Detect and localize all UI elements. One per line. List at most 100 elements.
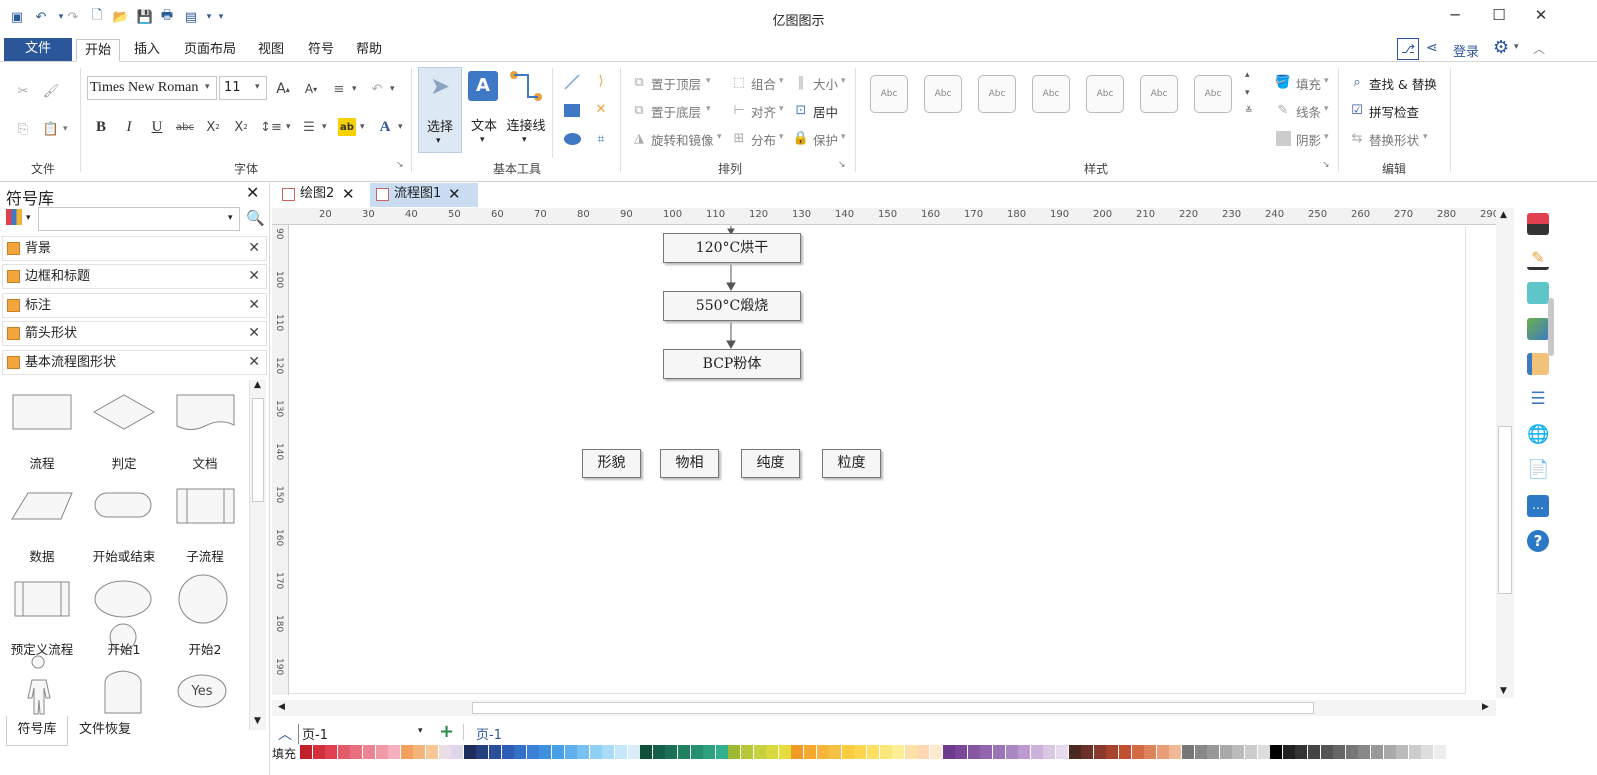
scroll-up-icon[interactable]: ▲ xyxy=(1500,210,1507,220)
color-swatch[interactable] xyxy=(1282,745,1295,759)
color-swatch[interactable] xyxy=(1358,745,1371,759)
library-category-callouts[interactable]: 标注 ✕ xyxy=(2,293,267,318)
color-swatch[interactable] xyxy=(728,745,741,759)
color-swatch[interactable] xyxy=(942,745,955,759)
shape-subprocess[interactable] xyxy=(176,488,235,524)
decrease-font-icon[interactable]: A ▾ xyxy=(302,80,320,98)
color-swatch[interactable] xyxy=(1144,745,1157,759)
color-swatch[interactable] xyxy=(1169,745,1182,759)
font-dialog-launcher-icon[interactable]: ↘ xyxy=(396,160,404,170)
tab-flowchart1[interactable]: 流程图1 ✕ xyxy=(370,183,478,207)
color-swatch[interactable] xyxy=(1295,745,1308,759)
size-dropdown-icon[interactable]: ▾ xyxy=(841,76,846,86)
color-swatch[interactable] xyxy=(388,745,401,759)
color-swatch[interactable] xyxy=(930,745,942,759)
rotate-mirror-label[interactable]: 旋转和镜像 xyxy=(651,130,714,149)
library-category-background[interactable]: 背景 ✕ xyxy=(2,236,267,261)
save-icon[interactable]: 💾 xyxy=(136,8,154,26)
color-swatch[interactable] xyxy=(1345,745,1358,759)
library-category-borders-titles[interactable]: 边框和标题 ✕ xyxy=(2,264,267,289)
superscript-icon[interactable]: X2 xyxy=(232,118,250,136)
style-scroll-down-icon[interactable]: ▾ xyxy=(1245,88,1250,98)
remove-category-icon[interactable]: ✕ xyxy=(248,322,260,345)
property-box-morphology[interactable]: 形貌 xyxy=(582,449,641,478)
library-menu-dropdown-icon[interactable]: ▾ xyxy=(26,213,31,223)
color-swatch[interactable] xyxy=(1030,745,1043,759)
bullets-dropdown-icon[interactable]: ▾ xyxy=(322,122,327,132)
style-dialog-launcher-icon[interactable]: ↘ xyxy=(1322,160,1330,170)
font-name-dropdown-icon[interactable]: ▾ xyxy=(205,82,210,92)
group-icon[interactable]: ⬚ xyxy=(730,73,748,91)
color-swatch[interactable] xyxy=(816,745,829,759)
redo-icon[interactable]: ↷ xyxy=(64,8,82,26)
scroll-thumb[interactable] xyxy=(1498,426,1512,594)
shadow-panel-icon[interactable] xyxy=(1527,282,1549,304)
process-box-drying[interactable]: 120°C烘干 xyxy=(663,233,801,263)
paste-icon[interactable]: 📋 xyxy=(42,120,60,138)
color-swatch[interactable] xyxy=(1005,745,1018,759)
shape-start-end[interactable] xyxy=(94,492,152,518)
sidebar-scrollbar[interactable] xyxy=(1548,298,1554,356)
text-rotate-dropdown-icon[interactable]: ▾ xyxy=(390,84,395,94)
size-label[interactable]: 大小 xyxy=(813,74,838,93)
remove-category-icon[interactable]: ✕ xyxy=(248,265,260,288)
page-tab[interactable]: 页-1 xyxy=(476,724,502,743)
style-scroll-up-icon[interactable]: ▴ xyxy=(1245,70,1250,80)
color-swatch[interactable] xyxy=(715,745,728,759)
remove-category-icon[interactable]: ✕ xyxy=(248,294,260,317)
symbol-search-input[interactable] xyxy=(38,207,240,231)
color-swatch[interactable] xyxy=(1207,745,1220,759)
login-link[interactable]: 登录 xyxy=(1453,41,1479,60)
color-swatch[interactable] xyxy=(413,745,426,759)
color-swatch[interactable] xyxy=(363,745,375,759)
line-dropdown-icon[interactable]: ▾ xyxy=(1324,104,1329,114)
align-text-dropdown-icon[interactable]: ▾ xyxy=(352,84,357,94)
rotate-mirror-dropdown-icon[interactable]: ▾ xyxy=(717,132,722,142)
color-swatch[interactable] xyxy=(766,745,779,759)
distribute-label[interactable]: 分布 xyxy=(751,130,776,149)
group-label[interactable]: 组合 xyxy=(751,74,776,93)
style-preset-3[interactable]: Abc xyxy=(978,75,1016,113)
color-swatch[interactable] xyxy=(1182,745,1194,759)
color-swatch[interactable] xyxy=(1320,745,1333,759)
underline-icon[interactable]: U xyxy=(148,118,166,136)
color-swatch[interactable] xyxy=(577,745,590,759)
color-swatch[interactable] xyxy=(879,745,892,759)
strikethrough-icon[interactable]: abc xyxy=(176,118,194,136)
color-swatch[interactable] xyxy=(426,745,438,759)
font-color-dropdown-icon[interactable]: ▾ xyxy=(398,122,403,132)
highlight-dropdown-icon[interactable]: ▾ xyxy=(360,122,365,132)
shape-decision[interactable] xyxy=(92,394,156,430)
color-swatch[interactable] xyxy=(741,745,753,759)
style-preset-5[interactable]: Abc xyxy=(1086,75,1124,113)
line-tool-icon[interactable] xyxy=(562,72,582,92)
color-swatch[interactable] xyxy=(1308,745,1320,759)
paste-dropdown-icon[interactable]: ▾ xyxy=(63,124,68,134)
color-swatch[interactable] xyxy=(678,745,690,759)
gallery-scrollbar[interactable]: ▲ ▼ xyxy=(249,380,266,730)
property-box-phase[interactable]: 物相 xyxy=(660,449,719,478)
subscript-icon[interactable]: X2 xyxy=(204,118,222,136)
page-nav-up-icon[interactable]: ︿ xyxy=(278,724,292,744)
color-swatch[interactable] xyxy=(1106,745,1119,759)
protect-label[interactable]: 保护 xyxy=(813,130,838,149)
globe-hyperlink-icon[interactable]: 🌐 xyxy=(1527,424,1549,446)
align-text-icon[interactable]: ≡ xyxy=(330,80,348,98)
color-swatch[interactable] xyxy=(967,745,980,759)
scroll-up-icon[interactable]: ▲ xyxy=(254,380,261,390)
bullets-icon[interactable]: ☰ xyxy=(300,118,318,136)
maximize-button[interactable]: ☐ xyxy=(1484,6,1514,28)
style-preset-4[interactable]: Abc xyxy=(1032,75,1070,113)
comment-icon[interactable]: … xyxy=(1527,495,1549,517)
color-swatch[interactable] xyxy=(400,745,413,759)
line-label[interactable]: 线条 xyxy=(1296,102,1321,121)
share-icon[interactable]: ⋖ xyxy=(1426,40,1438,56)
color-swatch[interactable] xyxy=(690,745,703,759)
style-preset-2[interactable]: Abc xyxy=(924,75,962,113)
style-preset-6[interactable]: Abc xyxy=(1140,75,1178,113)
copy-icon[interactable]: ⎘ xyxy=(14,120,32,138)
color-swatch[interactable] xyxy=(1371,745,1383,759)
replace-shape-label[interactable]: 替换形状 xyxy=(1369,130,1419,149)
tab-page-layout[interactable]: 页面布局 xyxy=(176,39,244,62)
arc-tool-icon[interactable]: ⟩ xyxy=(592,72,610,90)
